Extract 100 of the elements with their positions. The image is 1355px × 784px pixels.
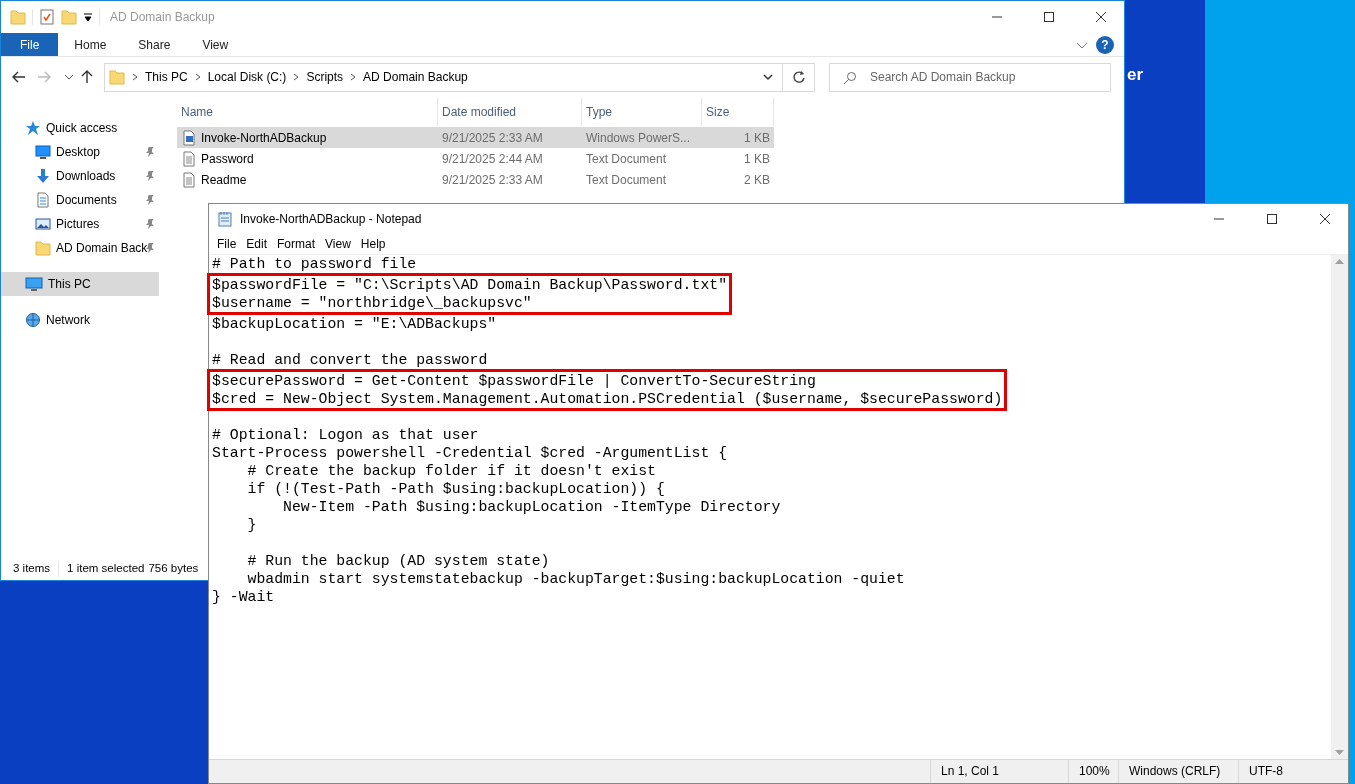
- folder-icon: [10, 9, 26, 25]
- code-line: $cred = New-Object System.Management.Automation.PSCredential ($username, $securePassword): [212, 390, 1003, 408]
- desktop-icon: [35, 144, 51, 160]
- folder-icon: [61, 9, 77, 25]
- chevron-right-icon: [349, 73, 358, 81]
- menu-item[interactable]: Format: [272, 235, 321, 253]
- type-cell-text: Text Document: [585, 150, 668, 168]
- scrollbar[interactable]: [1331, 255, 1348, 759]
- sidebar-item[interactable]: This PC: [1, 272, 159, 296]
- breadcrumb-item[interactable]: Scripts: [306, 68, 344, 86]
- date-cell-text: 9/21/2025 2:44 AM: [441, 150, 544, 168]
- ribbon-tab[interactable]: View: [186, 33, 245, 56]
- address-bar[interactable]: This PC Local Disk (C:) Scripts AD Domain Backup: [104, 62, 783, 92]
- script-file-icon: [181, 129, 197, 146]
- down-arrow-icon: [35, 168, 51, 184]
- code-line: # Optional: Logon as that user: [212, 426, 480, 444]
- status-text: 100%: [1068, 760, 1118, 783]
- folder-icon: [109, 69, 125, 85]
- date-cell-text: 9/21/2025 2:33 AM: [441, 129, 544, 147]
- ribbon-tab[interactable]: Home: [58, 33, 123, 56]
- status-text: UTF-8: [1238, 760, 1348, 783]
- breadcrumb-item[interactable]: Local Disk (C:): [207, 68, 287, 86]
- checklist-icon: [39, 9, 55, 25]
- maximize-icon: [1266, 213, 1278, 225]
- column-header[interactable]: Type: [582, 98, 702, 126]
- code-line: # Run the backup (AD system state): [246, 552, 551, 570]
- code-line: $passwordFile = "C:\Scripts\AD Domain Backup\Password.txt": [212, 276, 727, 294]
- size-cell-text: 1 KB: [743, 129, 771, 147]
- ribbon-tab[interactable]: Share: [122, 33, 187, 56]
- code-line: wbadmin start systemstatebackup -backupTarget:$using:backupLocation -quiet: [246, 570, 905, 588]
- status-text: Windows (CRLF): [1118, 760, 1238, 783]
- date-cell-text: 9/21/2025 2:33 AM: [441, 171, 544, 189]
- file-name: Password: [201, 150, 254, 168]
- sidebar-item[interactable]: Documents: [1, 188, 159, 212]
- menu-item[interactable]: Edit: [241, 235, 273, 253]
- chevron-right-icon: [193, 73, 202, 81]
- sidebar-item[interactable]: Desktop: [1, 140, 159, 164]
- ribbon-tab[interactable]: File: [1, 33, 59, 56]
- breadcrumb-item[interactable]: AD Domain Backup: [363, 68, 468, 86]
- code-line: $username = "northbridge\_backupsvc": [212, 294, 533, 312]
- chevron-right-icon: [131, 73, 139, 81]
- sidebar-item[interactable]: Pictures: [1, 212, 159, 236]
- search-icon: [843, 70, 857, 85]
- up-arrow-icon: [79, 69, 95, 85]
- refresh-icon: [791, 70, 806, 84]
- status-text: 3 items: [13, 561, 51, 577]
- status-text: Ln 1, Col 1: [930, 760, 1068, 783]
- file-name: Readme: [201, 171, 247, 189]
- status-text: 1 item selected: [67, 561, 145, 577]
- forward-arrow-icon: [36, 69, 52, 85]
- code-line: $securePassword = Get-Content $passwordFile | ConvertTo-SecureString: [212, 372, 817, 390]
- column-header[interactable]: Name: [177, 98, 438, 126]
- desktop-text: er: [1127, 64, 1144, 86]
- document-icon: [35, 192, 51, 208]
- star-icon: [25, 120, 41, 136]
- file-name: Invoke-NorthADBackup: [201, 129, 327, 147]
- text-file-icon: [181, 150, 197, 167]
- breadcrumb-item[interactable]: This PC: [145, 68, 188, 86]
- maximize-icon: [1043, 11, 1055, 23]
- code-line: # Path to password file: [212, 255, 417, 273]
- window-title: Invoke-NorthADBackup - Notepad: [240, 211, 422, 228]
- type-cell-text: Text Document: [585, 171, 668, 189]
- notepad-icon: [217, 211, 233, 227]
- chevron-right-icon: [292, 73, 301, 81]
- menu-item[interactable]: View: [320, 235, 356, 253]
- code-line: New-Item -Path $using:backupLocation -ItemType Directory: [282, 498, 781, 516]
- dropdown-icon: [83, 12, 93, 22]
- size-cell-text: 1 KB: [743, 150, 771, 168]
- code-line: Start-Process powershell -Credential $cred -ArgumentList {: [212, 444, 728, 462]
- code-line: # Read and convert the password: [212, 351, 488, 369]
- menu-item[interactable]: Help: [355, 235, 391, 253]
- size-cell-text: 2 KB: [743, 171, 771, 189]
- computer-icon: [25, 276, 43, 292]
- code-line: $backupLocation = "E:\ADBackups": [212, 315, 497, 333]
- sidebar-item[interactable]: Network: [1, 308, 159, 332]
- window-title: AD Domain Backup: [110, 9, 215, 26]
- code-line: }: [246, 516, 258, 534]
- menu-item[interactable]: File: [212, 235, 242, 253]
- column-header[interactable]: Date modified: [438, 98, 582, 126]
- close-icon: [1319, 213, 1331, 225]
- close-icon: [1095, 11, 1107, 23]
- code-line: if (!(Test-Path -Path $using:backupLocation)) {: [246, 480, 666, 498]
- text-file-icon: [181, 171, 197, 188]
- column-header[interactable]: Size: [702, 98, 774, 126]
- type-cell-text: Windows PowerS...: [585, 129, 692, 147]
- file-row[interactable]: Readme 9/21/2025 2:33 AM Text Document 2 KB: [177, 169, 774, 190]
- chevron-down-icon: [762, 71, 774, 83]
- search-field[interactable]: Search AD Domain Backup: [829, 62, 1111, 92]
- sidebar-item[interactable]: AD Domain Back: [1, 236, 159, 260]
- refresh-button[interactable]: [783, 62, 815, 92]
- sidebar-item[interactable]: Downloads: [1, 164, 159, 188]
- status-text: 756 bytes: [148, 561, 199, 577]
- help-button[interactable]: ?: [1096, 36, 1114, 54]
- file-row[interactable]: Password 9/21/2025 2:44 AM Text Document 1 KB: [177, 148, 774, 169]
- scroll-down-icon: [1335, 750, 1344, 756]
- file-row[interactable]: Invoke-NorthADBackup 9/21/2025 2:33 AM Windows PowerS... 1 KB: [177, 127, 774, 148]
- code-line: } -Wait: [212, 588, 276, 606]
- picture-icon: [35, 216, 51, 232]
- scroll-up-icon: [1335, 258, 1344, 264]
- sidebar-item[interactable]: Quick access: [1, 116, 159, 140]
